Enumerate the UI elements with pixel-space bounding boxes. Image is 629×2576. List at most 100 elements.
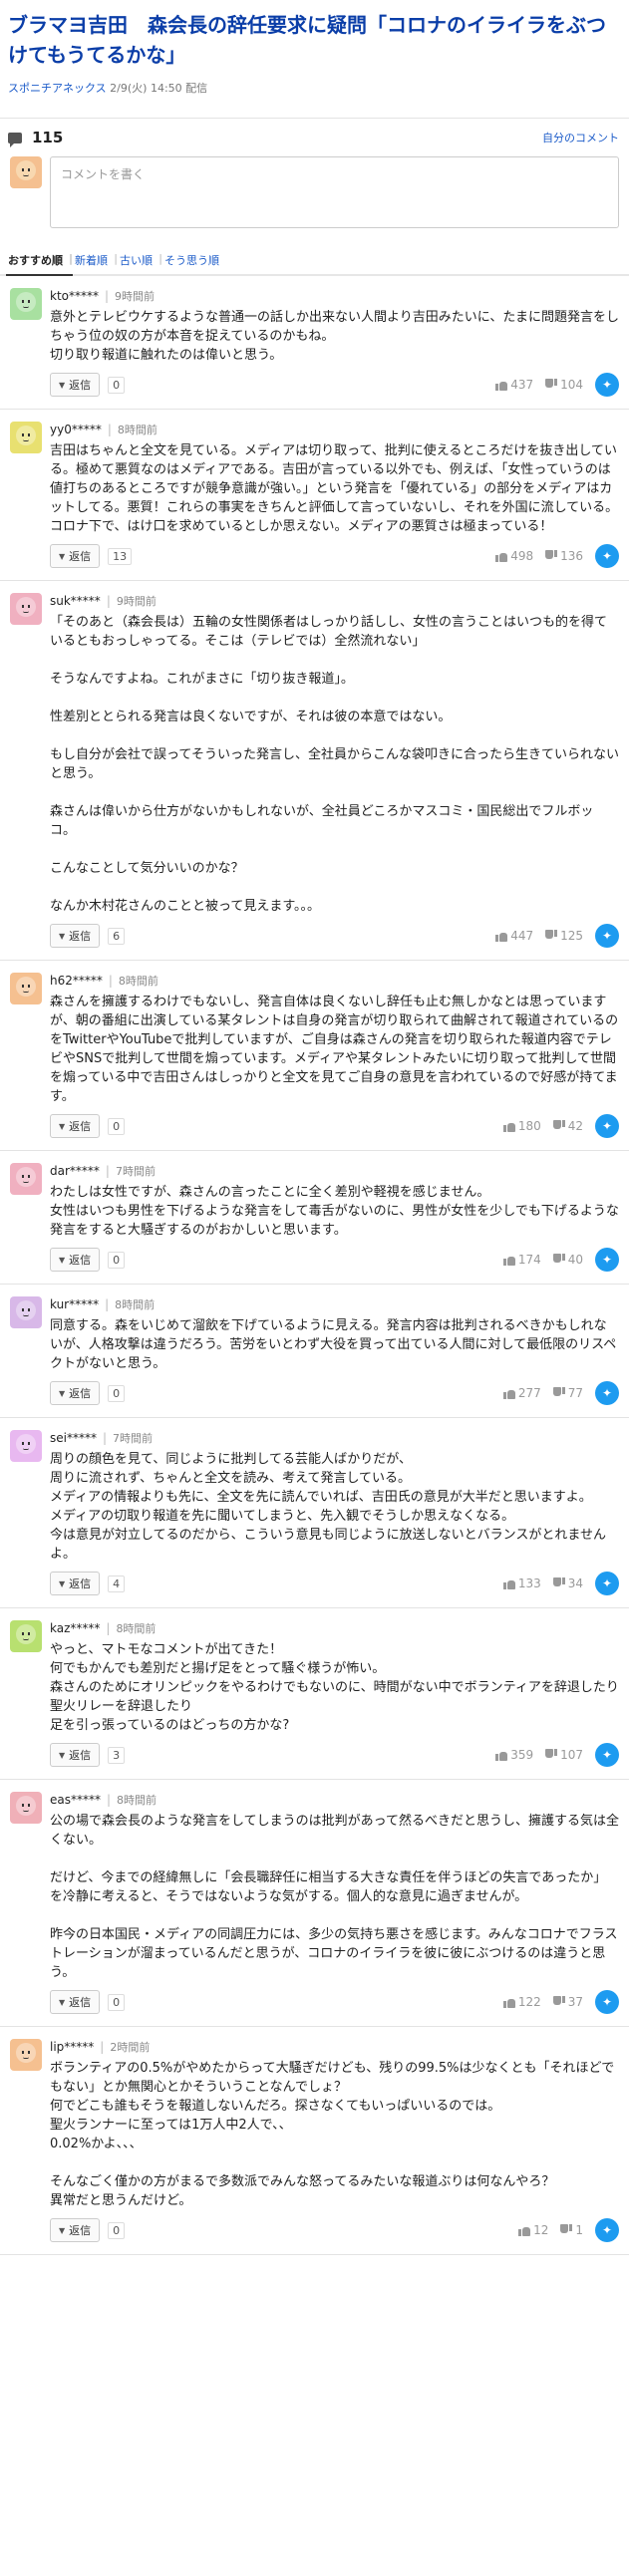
comment-username[interactable]: kaz*****	[50, 1621, 100, 1635]
chevron-down-icon: ▼	[59, 1121, 66, 1131]
tab-sort-1[interactable]: 新着順	[73, 246, 118, 274]
like-button[interactable]: 447	[495, 929, 533, 943]
twitter-share-icon[interactable]: ✦	[595, 544, 619, 568]
dislike-button[interactable]: 125	[545, 929, 583, 943]
dislike-count: 107	[560, 1748, 583, 1762]
reply-button[interactable]: ▼ 返信	[50, 544, 101, 568]
comment-input[interactable]: コメントを書く	[50, 156, 619, 228]
avatar-face	[16, 160, 36, 180]
twitter-share-icon[interactable]: ✦	[595, 1381, 619, 1405]
comment-username[interactable]: eas*****	[50, 1793, 101, 1807]
vote-group: 437 104 ✦	[495, 373, 619, 397]
reply-button[interactable]: ▼ 返信	[50, 1114, 101, 1138]
reply-label: 返信	[69, 1577, 92, 1590]
comment-username[interactable]: kur*****	[50, 1297, 99, 1311]
comment-text: 周りの顔色を見て、同じように批判してる芸能人ばかりだが、 周りに流されず、ちゃん…	[50, 1452, 606, 1562]
twitter-share-icon[interactable]: ✦	[595, 1990, 619, 2014]
like-button[interactable]: 437	[495, 378, 533, 392]
twitter-share-icon[interactable]: ✦	[595, 1114, 619, 1138]
dislike-button[interactable]: 104	[545, 378, 583, 392]
avatar-eye	[28, 985, 30, 988]
comment-username[interactable]: kto*****	[50, 289, 99, 303]
comment-timestamp: 9時間前	[116, 595, 157, 608]
like-button[interactable]: 174	[502, 1253, 541, 1267]
comment-item: sei***** | 7時間前 周りの顔色を見て、同じように批判してる芸能人ばかりだが…	[0, 1418, 629, 1608]
article-source[interactable]: スポニチアネックス	[8, 82, 107, 95]
comment-item: suk***** | 9時間前 「そのあと（森会長は）五輪の女性関係者はしっかり話しし…	[0, 581, 629, 961]
dislike-button[interactable]: 40	[553, 1253, 583, 1267]
twitter-share-icon[interactable]: ✦	[595, 373, 619, 397]
twitter-share-icon[interactable]: ✦	[595, 1248, 619, 1272]
reply-button[interactable]: ▼ 返信	[50, 1381, 101, 1405]
reply-button[interactable]: ▼ 返信	[50, 2218, 101, 2242]
like-button[interactable]: 12	[518, 2223, 548, 2237]
sort-tabs: おすすめ順新着順古い順そう思う順	[0, 246, 629, 276]
dislike-button[interactable]: 1	[560, 2223, 583, 2237]
divider: |	[105, 1297, 110, 1311]
like-button[interactable]: 359	[495, 1748, 533, 1762]
twitter-share-icon[interactable]: ✦	[595, 2218, 619, 2242]
reply-button[interactable]: ▼ 返信	[50, 1743, 101, 1767]
comment-body: sei***** | 7時間前 周りの顔色を見て、同じように批判してる芸能人ばかりだが…	[50, 1430, 619, 1595]
tab-sort-3[interactable]: そう思う順	[162, 246, 229, 274]
twitter-share-icon[interactable]: ✦	[595, 924, 619, 948]
reply-button[interactable]: ▼ 返信	[50, 373, 101, 397]
reply-button[interactable]: ▼ 返信	[50, 1572, 101, 1595]
dislike-button[interactable]: 136	[545, 549, 583, 563]
comment-timestamp: 7時間前	[113, 1432, 154, 1445]
article-title[interactable]: ブラマヨ吉田 森会長の辞任要求に疑問「コロナのイライラをぶつけてもうてるかな」	[8, 10, 621, 70]
thumbs-up-icon	[495, 930, 508, 942]
dislike-button[interactable]: 107	[545, 1748, 583, 1762]
article-header: ブラマヨ吉田 森会長の辞任要求に疑問「コロナのイライラをぶつけてもうてるかな」 …	[0, 0, 629, 104]
comment-username[interactable]: sei*****	[50, 1431, 97, 1445]
like-button[interactable]: 277	[502, 1386, 541, 1400]
thumbs-down-icon	[545, 379, 557, 391]
tab-sort-2[interactable]: 古い順	[118, 246, 162, 274]
vote-group: 447 125 ✦	[495, 924, 619, 948]
reply-button[interactable]: ▼ 返信	[50, 1990, 101, 2014]
divider: |	[106, 1621, 111, 1635]
like-count: 174	[517, 1253, 541, 1267]
vote-group: 122 37 ✦	[502, 1990, 619, 2014]
comment-username[interactable]: lip*****	[50, 2040, 94, 2054]
like-button[interactable]: 133	[502, 1576, 541, 1590]
comment-header: eas***** | 8時間前	[50, 1792, 619, 1808]
comment-username[interactable]: dar*****	[50, 1164, 100, 1178]
vote-group: 277 77 ✦	[502, 1381, 619, 1405]
avatar-eye	[22, 1175, 24, 1178]
dislike-button[interactable]: 77	[553, 1386, 583, 1400]
dislike-button[interactable]: 34	[553, 1576, 583, 1590]
reply-count: 0	[108, 1384, 126, 1402]
avatar	[10, 1163, 42, 1195]
reply-button[interactable]: ▼ 返信	[50, 1248, 101, 1272]
comment-username[interactable]: h62*****	[50, 974, 103, 988]
reply-count: 3	[108, 1746, 126, 1764]
like-button[interactable]: 180	[502, 1119, 541, 1133]
comment-item: dar***** | 7時間前 わたしは女性ですが、森さんの言ったことに全く差別や軽視…	[0, 1151, 629, 1285]
reply-button[interactable]: ▼ 返信	[50, 924, 101, 948]
chevron-down-icon: ▼	[59, 551, 66, 561]
dislike-button[interactable]: 37	[553, 1995, 583, 2009]
thumbs-up-icon	[518, 2224, 531, 2236]
comment-header: yy0***** | 8時間前	[50, 422, 619, 437]
chevron-down-icon: ▼	[59, 1578, 66, 1588]
twitter-share-icon[interactable]: ✦	[595, 1572, 619, 1595]
thumbs-up-icon	[502, 1254, 515, 1266]
comment-text: わたしは女性ですが、森さんの言ったことに全く差別や軽視を感じません。 女性はいつ…	[50, 1185, 619, 1238]
like-button[interactable]: 122	[502, 1995, 541, 2009]
my-comments-link[interactable]: 自分のコメント	[542, 130, 619, 145]
reply-count: 0	[108, 1117, 126, 1135]
twitter-share-icon[interactable]: ✦	[595, 1743, 619, 1767]
dislike-button[interactable]: 42	[553, 1119, 583, 1133]
tab-sort-0[interactable]: おすすめ順	[6, 246, 73, 276]
comment-body: yy0***** | 8時間前 吉田はちゃんと全文を見ている。メディアは切り取って、批…	[50, 422, 619, 568]
comment-username[interactable]: yy0*****	[50, 423, 102, 436]
comment-body: suk***** | 9時間前 「そのあと（森会長は）五輪の女性関係者はしっかり話しし…	[50, 593, 619, 948]
like-button[interactable]: 498	[495, 549, 533, 563]
avatar-face	[16, 597, 36, 617]
reply-count: 0	[108, 376, 126, 394]
dislike-count: 77	[567, 1386, 583, 1400]
thumbs-up-icon	[495, 550, 508, 562]
reply-count: 0	[108, 2221, 126, 2239]
comment-username[interactable]: suk*****	[50, 594, 101, 608]
